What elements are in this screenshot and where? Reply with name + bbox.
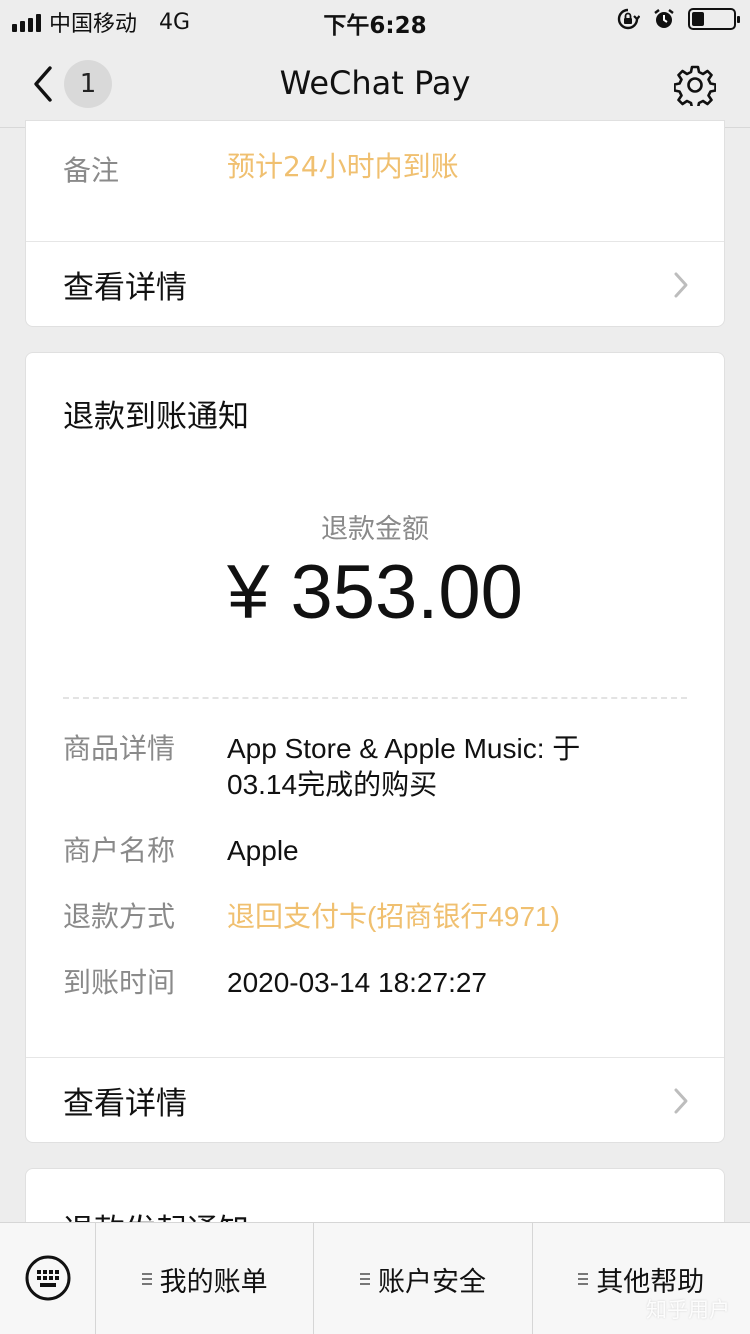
note-row: 备注 预计24小时内到账 xyxy=(63,149,459,189)
keyboard-toggle[interactable] xyxy=(0,1223,96,1334)
info-row-product: 商品详情 App Store & Apple Music: 于 03.14完成的… xyxy=(63,731,647,803)
bottom-menu-bar: 我的账单 账户安全 其他帮助 xyxy=(0,1222,750,1334)
menu-tab-my-bills[interactable]: 我的账单 xyxy=(96,1223,315,1334)
info-label: 退款方式 xyxy=(63,900,176,933)
info-label: 商品详情 xyxy=(63,732,176,765)
status-right xyxy=(616,7,740,31)
info-row-merchant: 商户名称 Apple xyxy=(63,833,647,869)
page-title: WeChat Pay xyxy=(279,64,471,102)
note-label: 备注 xyxy=(63,154,120,187)
battery-icon xyxy=(688,8,740,30)
info-value: App Store & Apple Music: 于 03.14完成的购买 xyxy=(227,733,581,800)
view-details-label: 查看详情 xyxy=(63,1086,187,1122)
info-value: 退回支付卡(招商银行4971) xyxy=(227,901,560,932)
prev-notice-card: 备注 预计24小时内到账 查看详情 xyxy=(25,120,725,327)
view-details-label: 查看详情 xyxy=(63,270,187,306)
info-value: Apple xyxy=(227,835,299,866)
nav-bar: 1 WeChat Pay xyxy=(0,40,750,128)
menu-icon xyxy=(141,1270,152,1288)
info-row-arrival-time: 到账时间 2020-03-14 18:27:27 xyxy=(63,965,647,1001)
refund-received-card: 退款到账通知 退款金额 ¥ 353.00 商品详情 App Store & Ap… xyxy=(25,352,725,1143)
alarm-icon xyxy=(654,9,674,28)
card-title: 退款到账通知 xyxy=(63,399,249,435)
refund-amount-label: 退款金额 xyxy=(321,514,429,545)
info-row-refund-method: 退款方式 退回支付卡(招商银行4971) xyxy=(63,899,647,935)
gear-icon[interactable] xyxy=(674,64,716,106)
info-label: 商户名称 xyxy=(63,834,176,867)
dashed-divider xyxy=(63,697,687,699)
chevron-right-icon xyxy=(674,1088,688,1114)
watermark: 知乎用户 xyxy=(646,1298,730,1322)
chevron-right-icon xyxy=(674,272,688,298)
note-value: 预计24小时内到账 xyxy=(227,150,459,183)
status-bar: 中国移动 4G 下午6:28 xyxy=(0,0,750,40)
info-value: 2020-03-14 18:27:27 xyxy=(227,967,487,998)
view-details-row[interactable]: 查看详情 xyxy=(26,241,724,326)
menu-tab-label: 账户安全 xyxy=(377,1266,486,1298)
menu-icon xyxy=(578,1270,589,1288)
info-label: 到账时间 xyxy=(63,966,176,999)
keyboard-icon xyxy=(25,1255,71,1301)
menu-tab-account-security[interactable]: 账户安全 xyxy=(314,1223,533,1334)
menu-icon xyxy=(359,1270,370,1288)
menu-tab-label: 其他帮助 xyxy=(596,1266,705,1298)
menu-tab-label: 我的账单 xyxy=(159,1266,268,1298)
rotation-lock-icon xyxy=(617,8,640,30)
view-details-row[interactable]: 查看详情 xyxy=(26,1057,724,1142)
refund-amount-value: ¥ 353.00 xyxy=(227,550,523,635)
